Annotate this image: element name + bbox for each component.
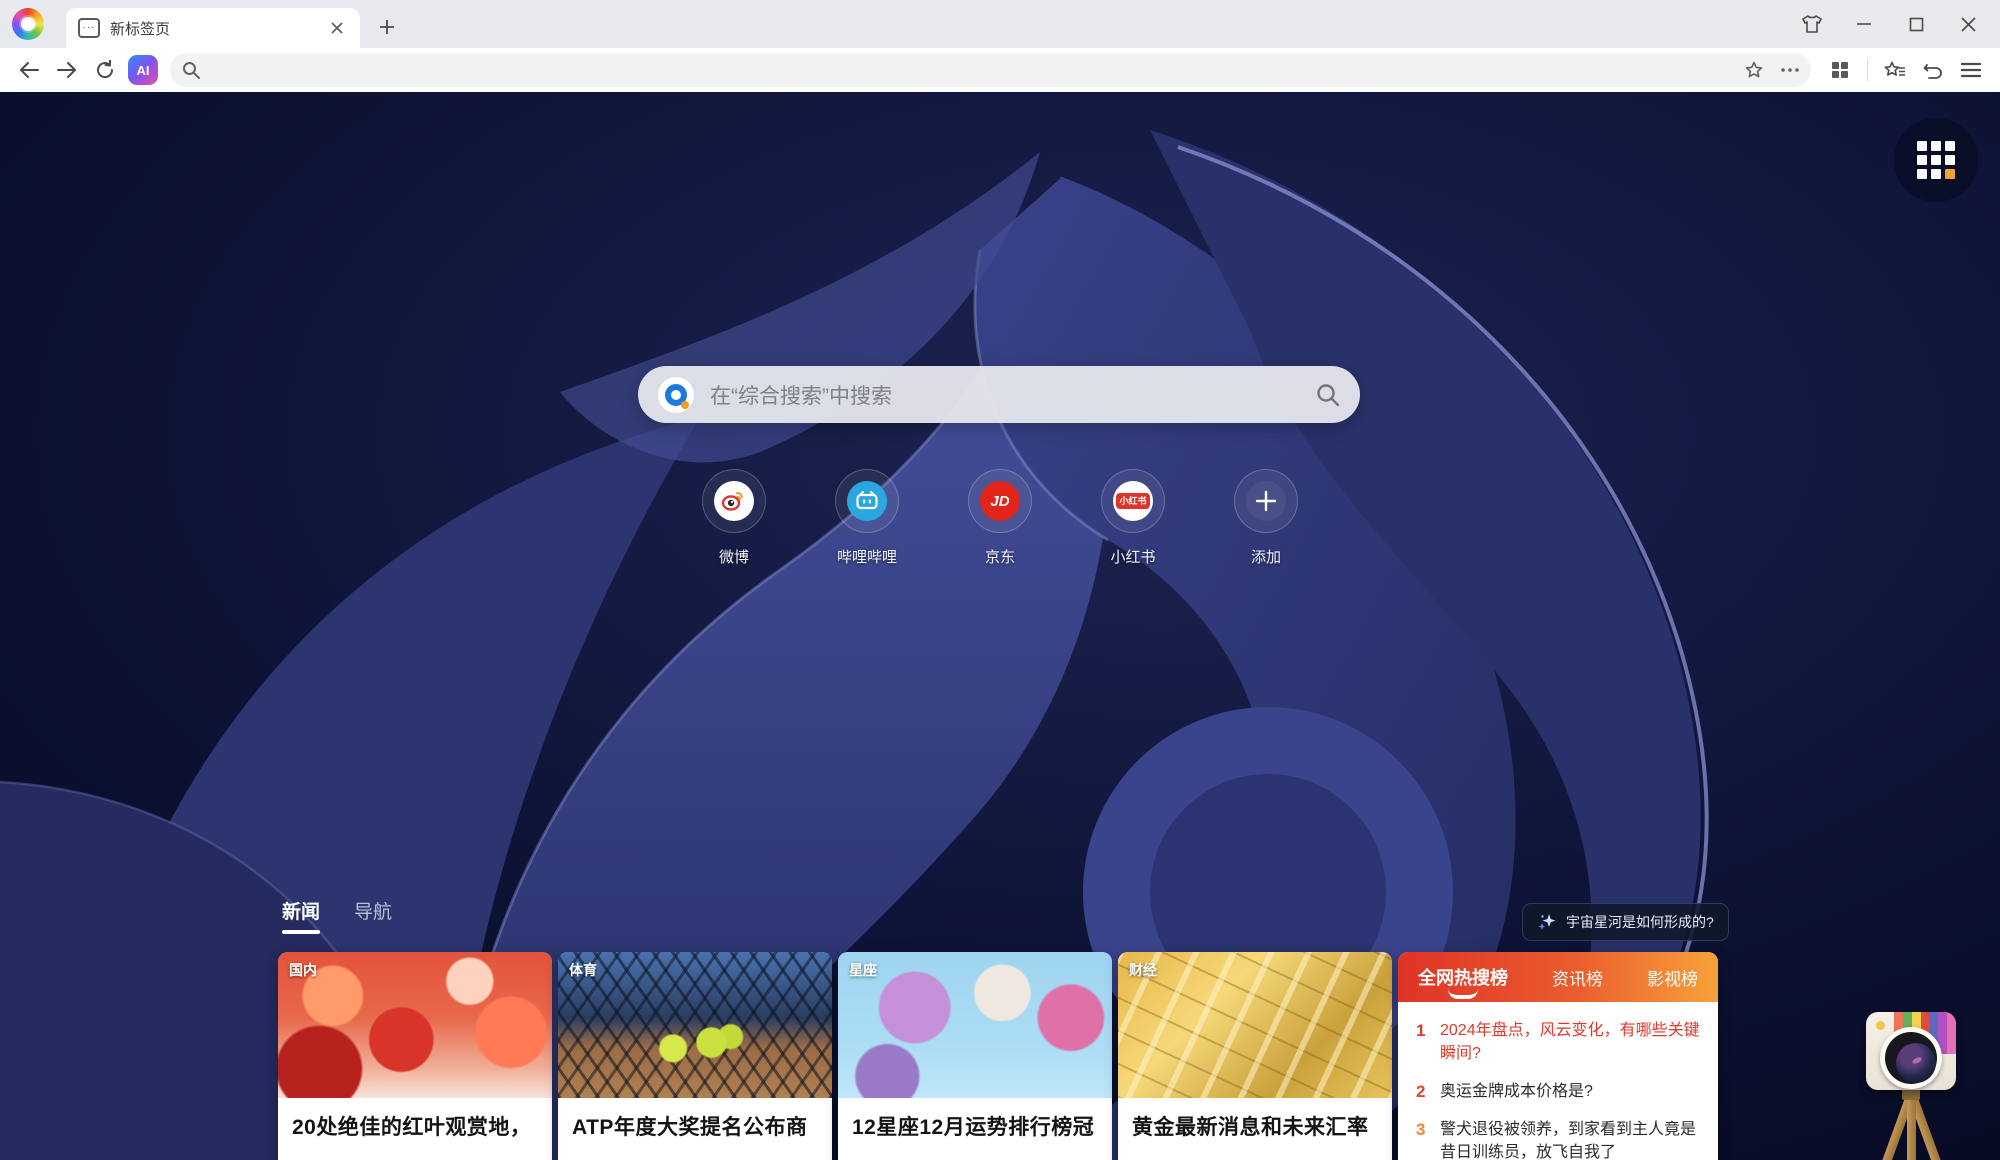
quick-link-xiaohongshu[interactable]: 小红书 小红书 xyxy=(1067,469,1199,567)
ai-suggestion-text: 宇宙星河是如何形成的? xyxy=(1566,912,1714,932)
hot-item[interactable]: 2 奥运金牌成本价格是? xyxy=(1416,1080,1700,1103)
undo-icon[interactable] xyxy=(1916,53,1950,87)
camera-mascot[interactable] xyxy=(1858,1008,1968,1160)
news-card-image: 财经 xyxy=(1118,952,1392,1098)
news-card-category: 国内 xyxy=(289,960,317,980)
feed-tabs: 新闻 导航 xyxy=(282,897,426,924)
maximize-icon[interactable] xyxy=(1890,0,1942,48)
tab-favicon-icon: ··· xyxy=(78,18,100,38)
xiaohongshu-icon: 小红书 xyxy=(1113,481,1153,521)
hot-item-text[interactable]: 警犬退役被领养，到家看到主人竟是昔日训练员，放飞自我了 xyxy=(1440,1118,1700,1160)
sparkles-icon xyxy=(1537,912,1557,932)
hot-item-text[interactable]: 2024年盘点，风云变化，有哪些关键瞬间? xyxy=(1440,1019,1700,1065)
news-card-image: 体育 xyxy=(558,952,832,1098)
theme-shirt-icon[interactable] xyxy=(1786,0,1838,48)
quick-link-label: 京东 xyxy=(934,546,1066,567)
quick-links-row: 微博 哔哩哔哩 JD 京东 小红书 xyxy=(0,469,2000,669)
reload-icon[interactable] xyxy=(88,53,122,87)
hot-tab-all[interactable]: 全网热搜榜 xyxy=(1418,964,1508,990)
browser-window: ··· 新标签页 xyxy=(0,0,2000,1160)
wallpaper-apps-grid-button[interactable] xyxy=(1894,118,1978,202)
news-card[interactable]: 星座 12星座12月运势排行榜冠 xyxy=(838,952,1112,1160)
news-card-category: 星座 xyxy=(849,960,877,980)
address-bar[interactable] xyxy=(170,53,1811,87)
window-controls xyxy=(1786,0,1994,48)
quick-link-label: 哔哩哔哩 xyxy=(801,546,933,567)
quick-link-label: 小红书 xyxy=(1067,546,1199,567)
menu-icon[interactable] xyxy=(1954,53,1988,87)
favorites-list-icon[interactable] xyxy=(1878,53,1912,87)
tripod-leg xyxy=(1908,1094,1978,1160)
tab-navigation[interactable]: 导航 xyxy=(354,897,392,924)
quick-link-bilibili[interactable]: 哔哩哔哩 xyxy=(801,469,933,567)
forward-icon[interactable] xyxy=(50,53,84,87)
quick-link-jd[interactable]: JD 京东 xyxy=(934,469,1066,567)
new-tab-button[interactable] xyxy=(372,12,402,42)
search-submit-icon[interactable] xyxy=(1316,383,1340,407)
news-card-image: 星座 xyxy=(838,952,1112,1098)
news-card-title[interactable]: 12星座12月运势排行榜冠 xyxy=(838,1098,1112,1143)
camera-lens xyxy=(1880,1027,1942,1089)
news-card-title[interactable]: 20处绝佳的红叶观赏地， xyxy=(278,1098,552,1143)
toolbar-right xyxy=(1821,53,1990,87)
tab-news[interactable]: 新闻 xyxy=(282,897,320,924)
apps-grid-icon[interactable] xyxy=(1823,53,1857,87)
hot-list: 1 2024年盘点，风云变化，有哪些关键瞬间? 2 奥运金牌成本价格是? 3 警… xyxy=(1398,1002,1718,1160)
tripod-leg xyxy=(1907,1096,1916,1160)
search-engine-icon[interactable] xyxy=(658,377,694,413)
toolbar: AI xyxy=(0,48,2000,92)
quick-link-label: 微博 xyxy=(668,546,800,567)
hot-search-panel: 全网热搜榜 资讯榜 影视榜 1 2024年盘点，风云变化，有哪些关键瞬间? 2 … xyxy=(1398,952,1718,1160)
ai-suggestion-bubble[interactable]: 宇宙星河是如何形成的? xyxy=(1522,903,1729,941)
quick-link-add[interactable]: 添加 xyxy=(1200,469,1332,567)
hot-tab-movies[interactable]: 影视榜 xyxy=(1647,965,1698,990)
news-card-title[interactable]: ATP年度大奖提名公布商 xyxy=(558,1098,832,1143)
toolbar-divider xyxy=(1867,59,1868,81)
hot-item[interactable]: 1 2024年盘点，风云变化，有哪些关键瞬间? xyxy=(1416,1019,1700,1065)
hot-tab-info[interactable]: 资讯榜 xyxy=(1552,965,1603,990)
apps-grid-3x3-icon xyxy=(1917,141,1955,179)
back-icon[interactable] xyxy=(12,53,46,87)
quick-link-weibo[interactable]: 微博 xyxy=(668,469,800,567)
new-tab-page: 在“综合搜索”中搜索 微博 xyxy=(0,92,2000,1160)
hot-rank: 3 xyxy=(1416,1118,1440,1160)
quick-link-label: 添加 xyxy=(1200,546,1332,567)
hot-item-text[interactable]: 奥运金牌成本价格是? xyxy=(1440,1080,1593,1103)
search-placeholder[interactable]: 在“综合搜索”中搜索 xyxy=(710,380,1316,410)
browser-logo-icon[interactable] xyxy=(12,8,44,40)
hot-panel-header: 全网热搜榜 资讯榜 影视榜 xyxy=(1398,952,1718,1002)
news-card-image: 国内 xyxy=(278,952,552,1098)
camera-flash-dot xyxy=(1876,1021,1885,1030)
add-plus-icon xyxy=(1246,481,1286,521)
bilibili-icon xyxy=(847,481,887,521)
hot-rank: 1 xyxy=(1416,1019,1440,1065)
news-card-category: 体育 xyxy=(569,960,597,980)
weibo-icon xyxy=(714,481,754,521)
jd-icon: JD xyxy=(980,481,1020,521)
news-card-title[interactable]: 黄金最新消息和未来汇率 xyxy=(1118,1098,1392,1143)
tab-title: 新标签页 xyxy=(110,18,326,39)
news-card-category: 财经 xyxy=(1129,960,1157,980)
bookmark-star-icon[interactable] xyxy=(1745,61,1763,79)
titlebar: ··· 新标签页 xyxy=(0,0,2000,48)
hot-rank: 2 xyxy=(1416,1080,1440,1103)
minimize-icon[interactable] xyxy=(1838,0,1890,48)
news-card[interactable]: 国内 20处绝佳的红叶观赏地， xyxy=(278,952,552,1160)
news-card[interactable]: 财经 黄金最新消息和未来汇率 xyxy=(1118,952,1392,1160)
close-window-icon[interactable] xyxy=(1942,0,1994,48)
search-icon xyxy=(182,61,200,79)
news-card[interactable]: 体育 ATP年度大奖提名公布商 xyxy=(558,952,832,1160)
ai-assistant-button[interactable]: AI xyxy=(128,55,158,85)
camera-body xyxy=(1866,1012,1956,1090)
more-dots-icon[interactable] xyxy=(1781,68,1799,72)
tab-new-tab-page[interactable]: ··· 新标签页 xyxy=(66,8,360,48)
tab-close-icon[interactable] xyxy=(326,17,348,39)
home-search-box[interactable]: 在“综合搜索”中搜索 xyxy=(638,366,1360,423)
hot-item[interactable]: 3 警犬退役被领养，到家看到主人竟是昔日训练员，放飞自我了 xyxy=(1416,1118,1700,1160)
